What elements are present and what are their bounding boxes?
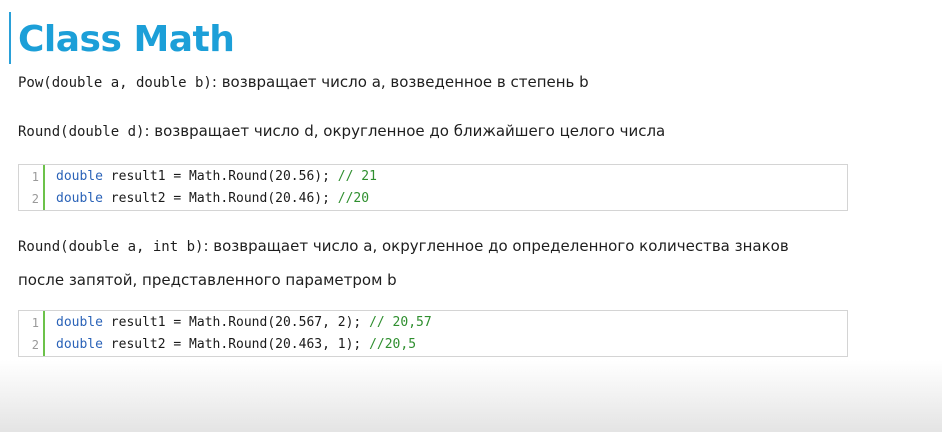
code-block-2: 1 double result1 = Math.Round(20.567, 2)… <box>18 310 848 357</box>
slide: Class Math Pow(double a, double b): возв… <box>0 0 942 432</box>
round-description: Round(double d): возвращает число d, окр… <box>18 120 665 143</box>
code-comment: //20,5 <box>369 337 417 352</box>
slide-title: Class Math <box>18 19 235 60</box>
code-block-1: 1 double result1 = Math.Round(20.56); //… <box>18 164 848 211</box>
title-accent-bar <box>9 12 11 64</box>
round-description-text: : возвращает число d, округленное до бли… <box>144 122 666 140</box>
code-comment: //20 <box>337 191 370 206</box>
code-text: double result1 = Math.Round(20.56); // 2… <box>56 166 377 188</box>
round-digits-description: Round(double a, int b): возвращает число… <box>18 235 789 258</box>
code-statement: result2 = Math.Round(20.463, 1); <box>102 337 370 352</box>
code-line: 1 double result1 = Math.Round(20.56); //… <box>19 166 847 188</box>
pow-description: Pow(double a, double b): возвращает числ… <box>18 71 589 94</box>
code-line: 1 double result1 = Math.Round(20.567, 2)… <box>19 312 847 334</box>
code-statement: result2 = Math.Round(20.46); <box>102 191 338 206</box>
code-keyword: double <box>56 337 103 352</box>
code-comment: // 21 <box>337 169 377 184</box>
round-signature: Round(double d) <box>18 124 145 140</box>
code-comment: // 20,57 <box>369 315 432 330</box>
code-keyword: double <box>56 315 103 330</box>
code-statement: result1 = Math.Round(20.56); <box>102 169 338 184</box>
line-number: 2 <box>31 192 39 206</box>
round-digits-description-line2: после запятой, представленного параметро… <box>18 271 397 289</box>
code-text: double result1 = Math.Round(20.567, 2); … <box>56 312 432 334</box>
line-number: 2 <box>31 338 39 352</box>
round-digits-description-text: : возвращает число a, округленное до опр… <box>203 237 789 255</box>
code-line: 2 double result2 = Math.Round(20.463, 1)… <box>19 334 847 356</box>
line-number: 1 <box>31 316 39 330</box>
round-digits-signature: Round(double a, int b) <box>18 239 204 255</box>
code-keyword: double <box>56 191 103 206</box>
code-keyword: double <box>56 169 103 184</box>
pow-description-text: : возвращает число a, возведенное в степ… <box>211 73 589 91</box>
code-text: double result2 = Math.Round(20.463, 1); … <box>56 334 416 356</box>
code-statement: result1 = Math.Round(20.567, 2); <box>102 315 370 330</box>
line-number: 1 <box>31 170 39 184</box>
pow-signature: Pow(double a, double b) <box>18 75 212 91</box>
code-line: 2 double result2 = Math.Round(20.46); //… <box>19 188 847 210</box>
code-text: double result2 = Math.Round(20.46); //20 <box>56 188 369 210</box>
